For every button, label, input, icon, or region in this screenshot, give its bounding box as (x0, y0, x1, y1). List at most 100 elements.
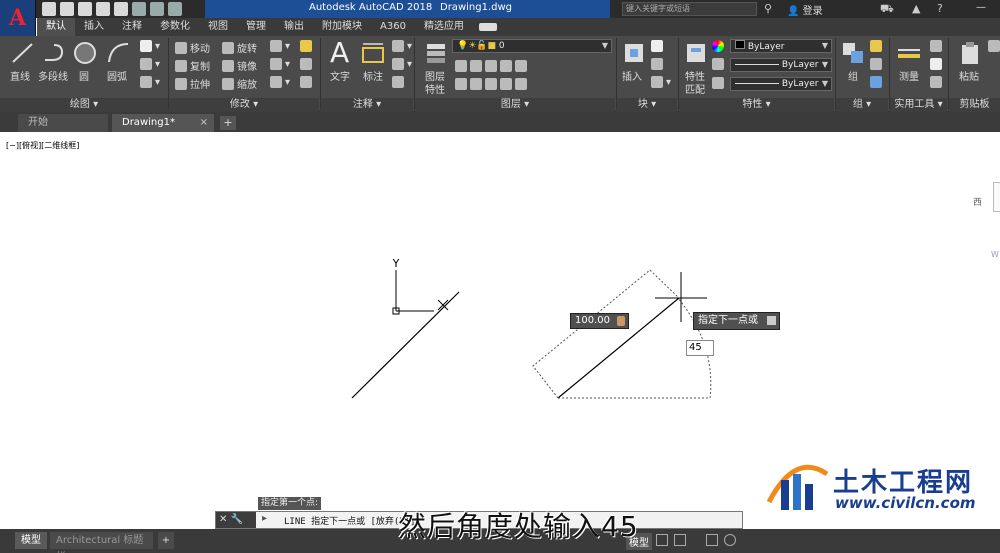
leader-button[interactable]: ▾ (392, 58, 412, 70)
table-button[interactable] (392, 76, 404, 88)
tab-addins[interactable]: 附加模块 (313, 18, 371, 36)
paste-label[interactable]: 粘贴 (959, 68, 979, 83)
tab-manage[interactable]: 管理 (237, 18, 275, 36)
grid-icon[interactable] (656, 534, 668, 546)
help-icon[interactable]: ? (937, 2, 943, 15)
tab-insert[interactable]: 插入 (75, 18, 113, 36)
color-dropdown[interactable]: ByLayer ▼ (730, 39, 832, 53)
measure-icon[interactable] (896, 40, 922, 66)
layer-properties-icon[interactable] (424, 40, 450, 66)
tab-featured-apps[interactable]: 精选应用 (415, 18, 473, 36)
wrench-icon[interactable]: 🔧 (231, 514, 243, 525)
draw-panel-title[interactable]: 绘图 ▾ (0, 98, 168, 112)
point-style-button[interactable] (930, 58, 942, 70)
group-label[interactable]: 组 (848, 68, 858, 83)
group-select-button[interactable] (870, 76, 882, 88)
tab-a360[interactable]: A360 (371, 18, 415, 36)
group-edit-button[interactable] (870, 58, 882, 70)
match-properties-icon[interactable] (684, 40, 710, 66)
ortho-icon[interactable] (706, 534, 718, 546)
line-icon[interactable] (10, 40, 36, 66)
open-file-icon[interactable] (60, 2, 74, 16)
layer-dropdown[interactable]: 💡☀🔓■ 0 ▼ (452, 39, 612, 53)
clipboard-panel-title[interactable]: 剪贴板 (949, 98, 1000, 112)
offset-button[interactable] (300, 76, 312, 88)
copy-clip-button[interactable] (988, 40, 1000, 52)
recent-commands-icon[interactable]: ▸ (262, 513, 267, 524)
polyline-icon[interactable] (42, 40, 68, 66)
close-icon[interactable]: × (200, 114, 208, 132)
layer-tools-row-2[interactable] (455, 78, 527, 90)
measure-label[interactable]: 测量 (899, 68, 919, 83)
redo-icon[interactable] (150, 2, 164, 16)
snap-icon[interactable] (674, 534, 686, 546)
new-file-icon[interactable] (42, 2, 56, 16)
groups-panel-title[interactable]: 组 ▾ (836, 98, 888, 112)
layers-panel-title[interactable]: 图层 ▾ (415, 98, 615, 112)
edit-block-button[interactable] (651, 58, 663, 70)
polar-icon[interactable] (724, 534, 736, 546)
save-as-icon[interactable] (96, 2, 110, 16)
lineweight-dropdown[interactable]: ByLayer ▼ (730, 77, 832, 91)
tab-drawing1[interactable]: Drawing1* × (112, 114, 214, 132)
tab-annotate[interactable]: 注释 (113, 18, 151, 36)
annotation-panel-title[interactable]: 注释 ▾ (321, 98, 413, 112)
layer-tools-row-1[interactable] (455, 60, 527, 72)
trim-button[interactable]: ▾ (270, 40, 290, 52)
linear-dim-button[interactable]: ▾ (392, 40, 412, 52)
insert-block-icon[interactable] (621, 40, 647, 66)
save-icon[interactable] (78, 2, 92, 16)
erase-button[interactable] (300, 40, 312, 52)
tab-parametric[interactable]: 参数化 (151, 18, 199, 36)
close-icon[interactable]: ✕ (219, 514, 227, 525)
insert-label[interactable]: 插入 (622, 68, 642, 83)
ribbon-options-icon[interactable] (478, 23, 497, 31)
block-panel-title[interactable]: 块 ▾ (617, 98, 677, 112)
create-block-button[interactable] (651, 40, 663, 52)
move-button[interactable]: 移动 (175, 40, 210, 55)
hatch-tool[interactable]: ▾ (140, 58, 160, 70)
tab-view[interactable]: 视图 (199, 18, 237, 36)
layer-properties-label-2[interactable]: 特性 (425, 81, 445, 96)
paste-icon[interactable] (958, 40, 984, 66)
linetype-dropdown[interactable]: ByLayer ▼ (730, 58, 832, 72)
explode-button[interactable] (300, 58, 312, 70)
array-button[interactable]: ▾ (270, 76, 290, 88)
scale-button[interactable]: 缩放 (222, 76, 257, 91)
dimension-label[interactable]: 标注 (363, 68, 383, 83)
circle-label[interactable]: 圆 (79, 68, 89, 83)
rectangle-tool[interactable]: ▾ (140, 40, 160, 52)
stretch-button[interactable]: 拉伸 (175, 76, 210, 91)
new-tab-button[interactable]: + (220, 116, 236, 130)
search-input[interactable]: 键入关键字或短语 (622, 2, 757, 16)
tab-default[interactable]: 默认 (37, 18, 75, 36)
modify-panel-title[interactable]: 修改 ▾ (169, 98, 319, 112)
drawn-line[interactable] (351, 291, 460, 399)
options-arrow-icon[interactable] (767, 316, 776, 325)
exchange-icon[interactable]: ▲ (912, 2, 920, 15)
login-button[interactable]: 👤 登录 (787, 2, 823, 17)
add-layout-button[interactable]: + (158, 532, 174, 549)
length-input[interactable]: 100.00 (570, 313, 629, 329)
tab-start[interactable]: 开始 (18, 114, 108, 132)
tab-model[interactable]: 模型 (15, 532, 47, 549)
undo-icon[interactable] (132, 2, 146, 16)
binoculars-icon[interactable]: ⚲ (764, 2, 772, 15)
text-label[interactable]: 文字 (330, 68, 350, 83)
polyline-label[interactable]: 多段线 (38, 68, 68, 83)
print-icon[interactable] (114, 2, 128, 16)
customize-qat-icon[interactable] (168, 2, 182, 16)
ungroup-button[interactable] (870, 40, 882, 52)
cart-icon[interactable]: ⛟ (880, 2, 894, 17)
utilities-panel-title[interactable]: 实用工具 ▾ (890, 98, 947, 112)
copy-button[interactable]: 复制 (175, 58, 210, 73)
text-icon[interactable]: A (330, 36, 349, 69)
arc-label[interactable]: 圆弧 (107, 68, 127, 83)
properties-panel-title[interactable]: 特性 ▾ (679, 98, 834, 112)
tab-layout[interactable]: Architectural 标题栏 (50, 532, 153, 553)
group-icon[interactable] (840, 40, 866, 66)
fillet-button[interactable]: ▾ (270, 58, 290, 70)
tab-output[interactable]: 输出 (275, 18, 313, 36)
calculator-button[interactable] (930, 76, 942, 88)
arc-icon[interactable] (106, 40, 132, 66)
